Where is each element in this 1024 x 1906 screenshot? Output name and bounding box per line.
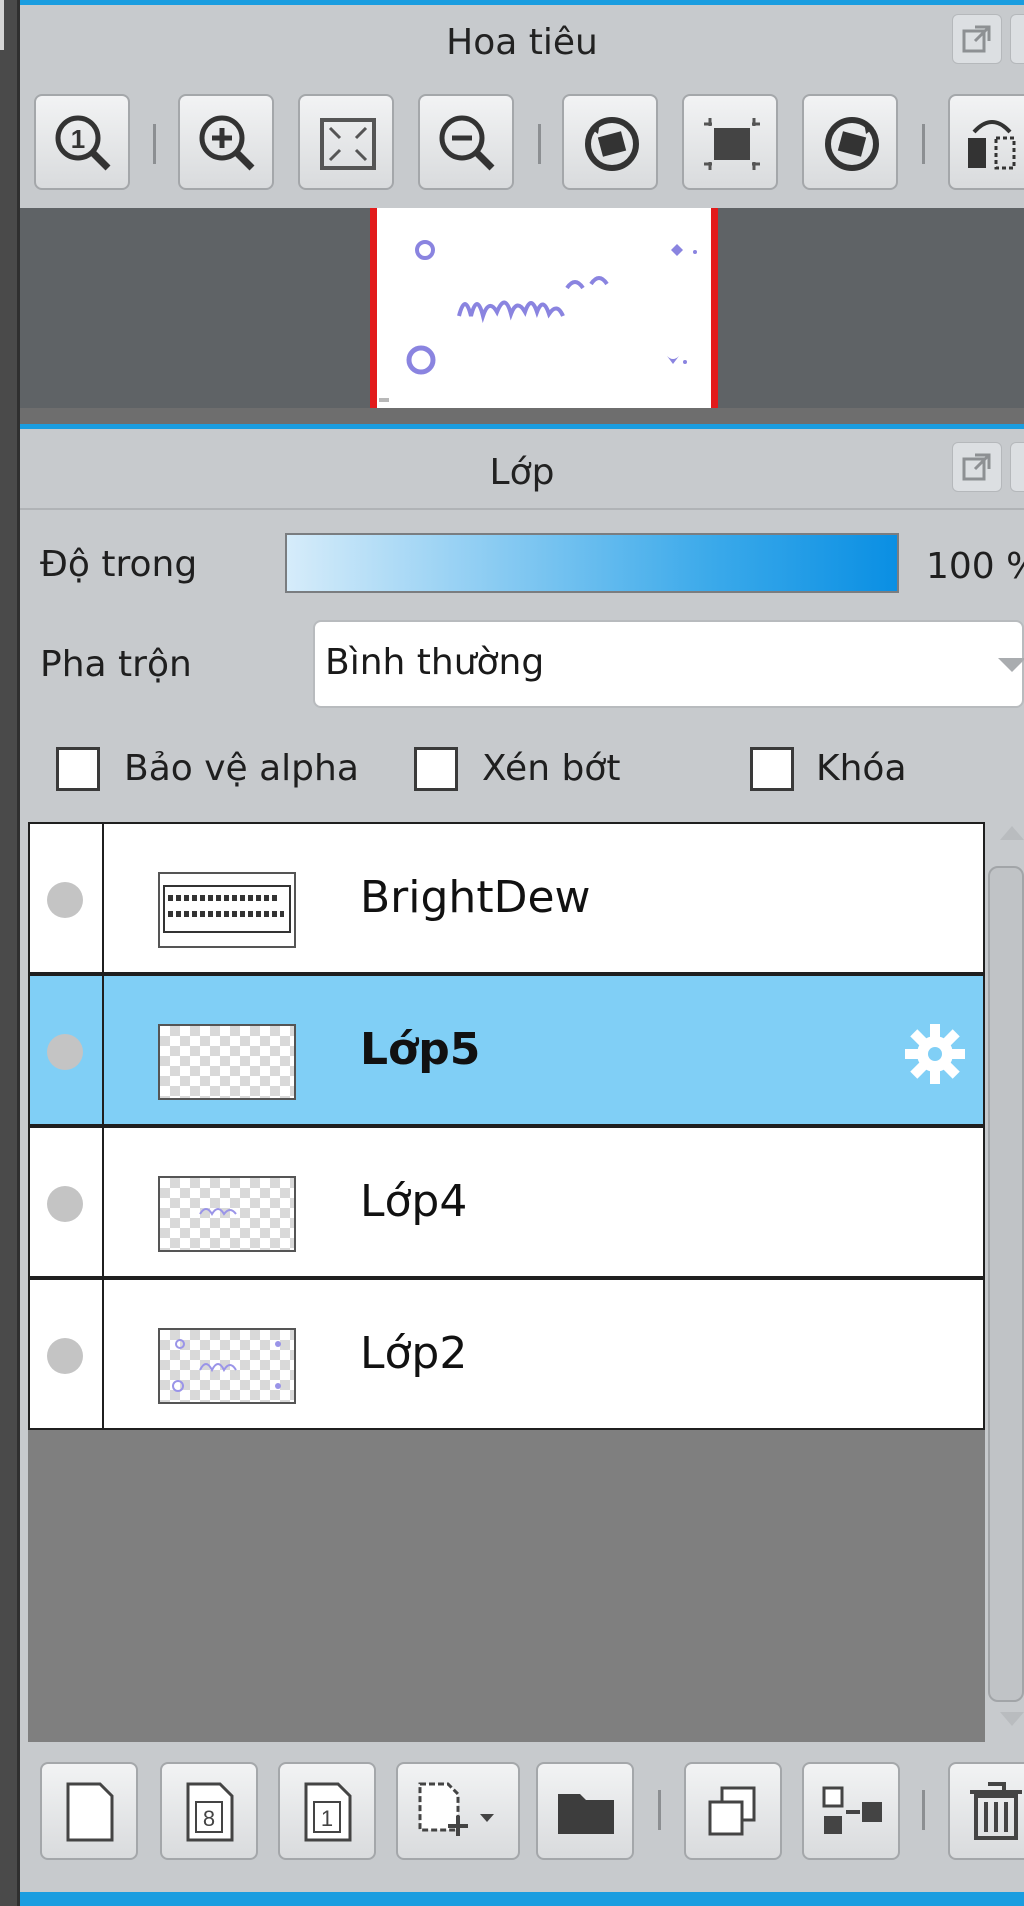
- layer-row[interactable]: Lớp4: [28, 1126, 985, 1278]
- protect-alpha-label: Bảo vệ alpha: [124, 748, 359, 789]
- zoom-in-icon: [199, 115, 255, 171]
- new-8bit-layer-icon: 8: [186, 1782, 234, 1842]
- layers-title: Lớp: [489, 452, 555, 493]
- new-layer-button[interactable]: [40, 1762, 138, 1860]
- layer-thumbnail: [158, 1328, 296, 1404]
- delete-layer-button[interactable]: [948, 1762, 1024, 1860]
- new-1bit-layer-icon: 1: [304, 1782, 352, 1842]
- new-folder-icon: [558, 1794, 614, 1834]
- visibility-toggle[interactable]: [47, 1186, 83, 1222]
- add-layer-dropdown-button[interactable]: [396, 1762, 520, 1860]
- new-8bit-layer-button[interactable]: 8: [160, 1762, 258, 1860]
- zoom-100-icon: 1: [55, 115, 111, 171]
- blend-mode-value: Bình thường: [325, 642, 545, 683]
- clip-checkbox[interactable]: [414, 747, 458, 791]
- merge-down-icon: [822, 1786, 882, 1834]
- new-layer-icon: [66, 1782, 114, 1842]
- rotate-right-button[interactable]: [802, 94, 898, 190]
- duplicate-layer-icon: [708, 1786, 756, 1836]
- layer-thumbnail: [158, 1024, 296, 1100]
- svg-text:8: 8: [203, 1806, 215, 1831]
- layer-name: Lớp4: [360, 1176, 468, 1227]
- layer-thumbnail: [158, 1176, 296, 1252]
- new-1bit-layer-button[interactable]: 1: [278, 1762, 376, 1860]
- merge-down-button[interactable]: [802, 1762, 900, 1860]
- layer-name: Lớp2: [360, 1328, 468, 1379]
- flip-icon: [968, 120, 1016, 170]
- scroll-up-icon[interactable]: [1000, 826, 1024, 840]
- delete-layer-icon: [970, 1782, 1022, 1840]
- layer-list[interactable]: BrightDew Lớp5 Lớp4 Lớp2: [28, 822, 985, 1742]
- layer-name: BrightDew: [360, 872, 591, 923]
- opacity-label: Độ trong: [40, 544, 198, 585]
- zoom-in-button[interactable]: [178, 94, 274, 190]
- opacity-value: 100 %: [926, 546, 1024, 587]
- visibility-toggle[interactable]: [47, 882, 83, 918]
- opacity-slider[interactable]: [285, 533, 899, 593]
- clip-label: Xén bớt: [482, 748, 621, 789]
- navigator-title: Hoa tiêu: [446, 22, 598, 63]
- fit-screen-button[interactable]: [298, 94, 394, 190]
- zoom-100-button[interactable]: 1: [34, 94, 130, 190]
- scroll-down-icon[interactable]: [1000, 1712, 1024, 1726]
- layer-row[interactable]: BrightDew: [28, 822, 985, 974]
- layers-detach-button[interactable]: [952, 442, 1002, 492]
- rotate-left-button[interactable]: [562, 94, 658, 190]
- navigator-detach-button[interactable]: [952, 14, 1002, 64]
- reset-rotation-button[interactable]: [682, 94, 778, 190]
- svg-text:1: 1: [321, 1806, 333, 1831]
- duplicate-layer-button[interactable]: [684, 1762, 782, 1860]
- reset-rotation-icon: [704, 118, 760, 170]
- fit-screen-icon: [320, 118, 376, 170]
- layer-name: Lớp5: [360, 1024, 481, 1075]
- protect-alpha-checkbox[interactable]: [56, 747, 100, 791]
- add-layer-dropdown-icon: [418, 1782, 494, 1836]
- blend-mode-select[interactable]: Bình thường: [313, 620, 1024, 708]
- layer-row-selected[interactable]: Lớp5: [28, 974, 985, 1126]
- zoom-out-icon: [439, 115, 495, 171]
- gear-icon[interactable]: [899, 1018, 971, 1090]
- rotate-right-icon: [825, 117, 879, 171]
- lock-checkbox[interactable]: [750, 747, 794, 791]
- left-edge-strip: [0, 0, 20, 1906]
- layers-close-button[interactable]: [1010, 442, 1024, 492]
- layer-thumbnail: [158, 872, 296, 948]
- lock-label: Khóa: [816, 748, 907, 789]
- rotate-left-icon: [585, 117, 639, 171]
- zoom-out-button[interactable]: [418, 94, 514, 190]
- chevron-down-icon: [998, 658, 1024, 672]
- visibility-toggle[interactable]: [47, 1034, 83, 1070]
- blend-mode-label: Pha trộn: [40, 644, 192, 685]
- svg-text:1: 1: [71, 124, 85, 154]
- navigator-preview-area[interactable]: [20, 208, 1024, 408]
- canvas-preview[interactable]: [370, 208, 718, 408]
- flip-horizontal-button[interactable]: [948, 94, 1024, 190]
- layer-row[interactable]: Lớp2: [28, 1278, 985, 1430]
- visibility-toggle[interactable]: [47, 1338, 83, 1374]
- navigator-close-button[interactable]: [1010, 14, 1024, 64]
- layer-list-scrollbar[interactable]: [988, 866, 1024, 1702]
- new-folder-button[interactable]: [536, 1762, 634, 1860]
